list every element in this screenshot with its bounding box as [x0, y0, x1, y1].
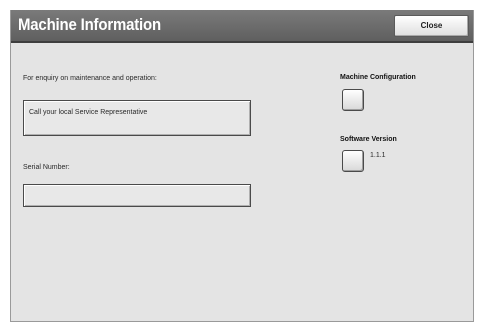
enquiry-label: For enquiry on maintenance and operation… — [23, 75, 157, 82]
machine-configuration-label: Machine Configuration — [340, 74, 416, 81]
machine-information-panel: Machine Information Close For enquiry on… — [10, 10, 474, 322]
enquiry-value: Call your local Service Representative — [29, 109, 148, 116]
enquiry-field: Call your local Service Representative — [23, 100, 251, 136]
serial-number-field — [23, 184, 251, 207]
software-version-button[interactable] — [342, 150, 364, 172]
machine-configuration-button[interactable] — [342, 89, 364, 111]
title-bar: Machine Information Close — [11, 10, 473, 43]
page-title: Machine Information — [18, 15, 161, 34]
software-version-label: Software Version — [340, 136, 397, 143]
software-version-value: 1.1.1 — [370, 152, 386, 159]
close-button[interactable]: Close — [394, 15, 469, 37]
serial-number-label: Serial Number: — [23, 164, 70, 171]
